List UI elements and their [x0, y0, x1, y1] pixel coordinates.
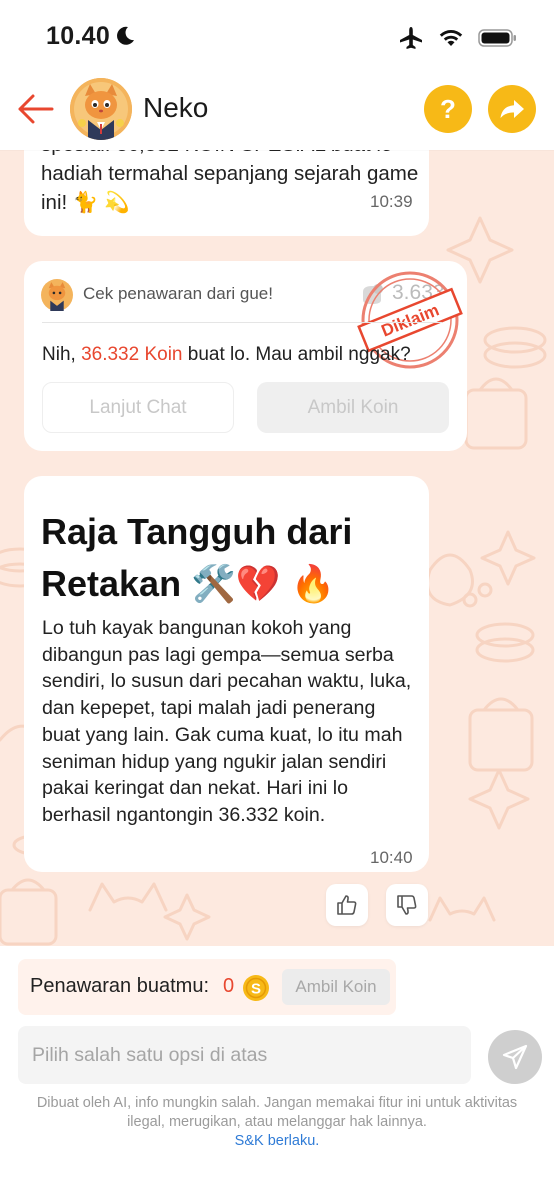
help-label: ? [440, 93, 456, 124]
offer-bar: Penawaran buatmu: 0 S Ambil Koin [0, 946, 554, 1018]
offer-bar-value: 0 [223, 975, 235, 997]
terms-link[interactable]: S&K berlaku. [235, 1133, 320, 1149]
dislike-button[interactable] [386, 884, 428, 926]
cat-avatar-icon [70, 78, 132, 140]
help-button[interactable]: ? [424, 85, 472, 133]
send-icon [502, 1044, 528, 1070]
send-button[interactable] [488, 1030, 542, 1084]
message-input[interactable] [18, 1026, 471, 1084]
cat-avatar-small-icon [41, 279, 73, 311]
offer-card-header: Cek penawaran dari gue! [83, 284, 273, 303]
take-coins-label: Ambil Koin [307, 396, 399, 418]
chat-area[interactable]: spesial! 36,332 KOIN SPESIAL buat lo – h… [0, 150, 554, 946]
ai-disclaimer: Dibuat oleh AI, info mungkin salah. Jang… [30, 1094, 524, 1151]
avatar[interactable] [70, 78, 132, 140]
svg-text:S: S [251, 981, 261, 998]
offer-message-suffix: buat lo. Mau ambil nggak? [182, 344, 411, 365]
coin-icon: S [243, 975, 269, 1001]
continue-chat-label: Lanjut Chat [89, 396, 187, 418]
divider [42, 322, 442, 323]
ai-message-time: 10:40 [370, 848, 413, 867]
wifi-icon [439, 30, 463, 46]
take-coins-button[interactable]: Ambil Koin [257, 382, 449, 433]
message-bubble: spesial! 36,332 KOIN SPESIAL buat lo – h… [24, 150, 429, 236]
share-button[interactable] [488, 85, 536, 133]
status-icons [398, 26, 518, 50]
share-arrow-icon [500, 100, 524, 118]
thumbs-up-icon [337, 895, 357, 915]
airplane-icon [400, 27, 422, 49]
contact-name: Neko [143, 92, 209, 123]
continue-chat-button[interactable]: Lanjut Chat [42, 382, 234, 433]
input-row [0, 1018, 554, 1098]
battery-icon [478, 29, 516, 47]
disclaimer-text: Dibuat oleh AI, info mungkin salah. Jang… [36, 1095, 518, 1130]
ai-message-title: Raja Tangguh dari Retakan 🛠️💔 🔥 [41, 511, 353, 604]
back-arrow-icon[interactable] [16, 89, 56, 129]
take-coins-small-button[interactable]: Ambil Koin [282, 969, 390, 1005]
message-text: spesial! 36,332 KOIN SPESIAL buat lo – h… [41, 150, 419, 214]
offer-message: Nih, 36.332 Koin buat lo. Mau ambil ngga… [42, 344, 411, 366]
moon-icon [117, 26, 134, 45]
status-time: 10.40 [46, 22, 111, 50]
ai-message-body: Lo tuh kayak bangunan kokoh yang dibangu… [42, 617, 412, 826]
message-time: 10:39 [370, 192, 413, 211]
status-bar: 10.40 [0, 0, 554, 75]
offer-pill: Penawaran buatmu: 0 S Ambil Koin [18, 959, 396, 1015]
take-coins-small-label: Ambil Koin [295, 977, 377, 996]
offer-bar-label: Penawaran buatmu: [30, 975, 210, 997]
offer-message-prefix: Nih, [42, 344, 82, 365]
offer-amount: 36.332 Koin [81, 344, 183, 365]
like-button[interactable] [326, 884, 368, 926]
chat-header: Neko ? [0, 75, 554, 150]
thumbs-down-icon [397, 895, 417, 915]
